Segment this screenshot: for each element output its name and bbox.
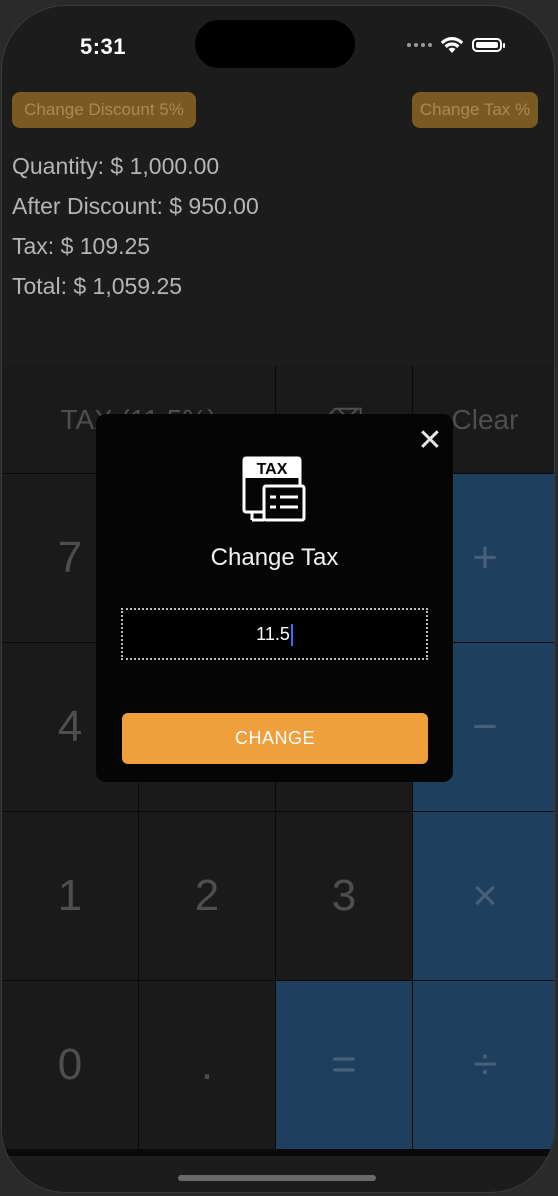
tax-icon-label: TAX [257,461,288,478]
equals-key[interactable]: = [276,981,412,1149]
phone-screen: 5:31 Change Discount 5% Change Tax % Qua… [2,6,554,1192]
tax-rate-input-value: 11.5 [256,624,290,644]
tax-rate-input[interactable]: 11.5 [121,608,428,660]
change-discount-button[interactable]: Change Discount 5% [12,92,196,128]
tax-receipt-icon: TAX [242,456,306,522]
change-tax-modal: ✕ TAX Change Tax 11.5 CHANGE [96,414,453,782]
wifi-icon [440,37,464,53]
status-time: 5:31 [80,34,127,59]
cellular-signal-icon [407,43,432,47]
status-icons [407,36,505,54]
digit-2-key[interactable]: 2 [139,812,275,980]
decimal-key[interactable]: . [139,981,275,1149]
text-caret [290,624,293,647]
battery-icon [472,38,505,52]
home-indicator[interactable] [178,1175,376,1181]
total-line: Total: $ 1,059.25 [12,273,183,299]
multiply-key[interactable]: × [413,812,554,980]
dynamic-island [195,20,355,68]
digit-0-key[interactable]: 0 [2,981,138,1149]
tax-line: Tax: $ 109.25 [12,233,151,259]
divide-key[interactable]: ÷ [413,981,554,1149]
change-tax-button[interactable]: Change Tax % [412,92,538,128]
change-button[interactable]: CHANGE [122,713,428,764]
digit-3-key[interactable]: 3 [276,812,412,980]
quantity-line: Quantity: $ 1,000.00 [12,153,220,179]
summary-panel: Quantity: $ 1,000.00 After Discount: $ 9… [12,146,259,306]
close-icon[interactable]: ✕ [415,426,445,456]
after-discount-line: After Discount: $ 950.00 [12,193,259,219]
modal-title: Change Tax [210,544,339,571]
digit-1-key[interactable]: 1 [2,812,138,980]
